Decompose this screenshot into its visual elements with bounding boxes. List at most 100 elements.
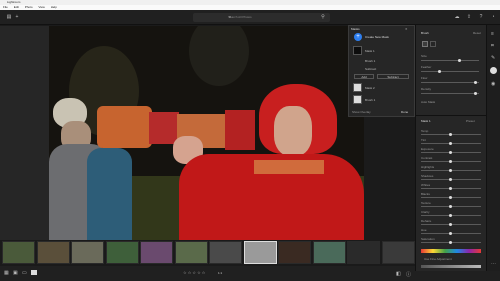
menu-help[interactable]: Help [51, 5, 57, 9]
adjust-slider-handle[interactable] [449, 241, 452, 244]
edit-icon[interactable]: ≡ [491, 31, 494, 37]
filmstrip-thumbnail[interactable] [312, 241, 346, 264]
subtract-button[interactable]: Subtract [377, 74, 409, 79]
star-rating[interactable]: ☆ ☆ ☆ ☆ ☆ [183, 270, 205, 275]
cloud-sync-icon[interactable]: ☁ [454, 14, 460, 20]
search-icon: ⌕ [228, 14, 232, 19]
feather-slider[interactable] [421, 71, 479, 72]
mask-thumbnail[interactable] [353, 46, 362, 55]
mask-component-label[interactable]: Subtract [365, 67, 376, 71]
healing-icon[interactable]: ✎ [491, 55, 495, 61]
grid-view-icon[interactable]: ▦ [4, 270, 9, 276]
size-slider[interactable] [421, 60, 479, 61]
adjust-slider-handle[interactable] [449, 160, 452, 163]
adjust-slider-handle[interactable] [449, 205, 452, 208]
reset-button[interactable]: Reset [473, 31, 481, 35]
filmstrip-thumbnail[interactable] [140, 241, 173, 264]
adjust-slider-label: Whites [421, 183, 431, 187]
masking-icon[interactable] [490, 67, 497, 74]
scarf [254, 160, 324, 174]
mask-item-label[interactable]: Mask 1 [365, 49, 375, 53]
saturation-slider[interactable] [421, 265, 481, 268]
slider-label: Feather [421, 65, 432, 69]
filmstrip-thumbnail[interactable] [2, 241, 35, 264]
adjust-slider-handle[interactable] [449, 169, 452, 172]
crop-icon[interactable]: ⌗ [491, 43, 494, 49]
adjust-slider-handle[interactable] [449, 214, 452, 217]
filmstrip-thumbnail[interactable] [174, 241, 208, 264]
feather-slider-handle[interactable] [438, 70, 441, 73]
adjust-slider-label: Clarity [421, 210, 430, 214]
search-input[interactable]: Search All Photos [193, 13, 330, 22]
notifications-icon[interactable]: ◔ [490, 14, 496, 20]
mask-thumbnail[interactable] [353, 95, 362, 104]
adjust-slider-label: Highlights [421, 165, 435, 169]
add-photos-icon[interactable]: + [14, 14, 20, 20]
menu-file[interactable]: File [3, 5, 8, 9]
menu-view[interactable]: View [38, 5, 44, 9]
size-slider-handle[interactable] [458, 59, 461, 62]
adjust-slider-handle[interactable] [449, 187, 452, 190]
use-fine-adjustment-checkbox[interactable]: Use Fine Adjustment [424, 257, 452, 261]
adjust-slider-handle[interactable] [449, 133, 452, 136]
adjust-slider-label: Temp [421, 129, 429, 133]
menu-edit[interactable]: Edit [14, 5, 19, 9]
adjust-slider-handle[interactable] [449, 151, 452, 154]
adjust-slider-label: Texture [421, 201, 431, 205]
mask-thumbnail[interactable] [353, 83, 362, 92]
flow-slider[interactable] [421, 82, 479, 83]
adjust-slider-label: Hue [421, 228, 427, 232]
filmstrip-thumbnail[interactable] [243, 241, 277, 264]
redeye-icon[interactable]: ◉ [491, 81, 495, 87]
filmstrip-thumbnail[interactable] [381, 241, 415, 264]
adjust-slider-handle[interactable] [449, 196, 452, 199]
adjust-slider-label: Blacks [421, 192, 430, 196]
hue-slider[interactable] [421, 249, 481, 253]
lens-barrel [149, 112, 179, 144]
info-icon[interactable]: ⓘ [406, 271, 411, 278]
show-overlay-toggle[interactable]: Show Overlay [352, 110, 371, 114]
tool-rail: ≡ ⌗ ✎ ◉ ⋯ [486, 25, 500, 271]
help-icon[interactable]: ? [478, 14, 484, 20]
filter-icon[interactable]: ⚲ [320, 14, 326, 20]
filmstrip-thumbnail[interactable] [347, 241, 380, 264]
density-slider[interactable] [421, 93, 479, 94]
filmstrip-thumbnail[interactable] [209, 241, 242, 264]
brush-a-icon[interactable] [422, 41, 428, 47]
mask-component-label[interactable]: Brush 1 [365, 98, 375, 102]
done-button[interactable]: Done [401, 110, 408, 114]
woman-face [274, 106, 312, 156]
adjust-slider-label: Dehaze [421, 219, 432, 223]
adjust-slider-handle[interactable] [449, 178, 452, 181]
zoom-level[interactable]: 1:1 [218, 271, 222, 275]
mask-component-label[interactable]: Brush 1 [365, 59, 375, 63]
filmstrip-thumbnail[interactable] [278, 241, 311, 264]
photo-canvas[interactable] [49, 26, 364, 240]
share-icon[interactable]: ⇪ [466, 14, 472, 20]
compare-icon[interactable]: ◧ [396, 271, 401, 277]
flow-slider-handle[interactable] [474, 81, 477, 84]
filmstrip-view-icon[interactable] [31, 270, 37, 275]
create-mask-button[interactable]: + [354, 33, 362, 41]
density-slider-handle[interactable] [474, 92, 477, 95]
close-icon[interactable]: ✕ [405, 27, 408, 31]
edit-panel: Brush Reset Size Feather Flow Density Au… [415, 25, 487, 271]
brush-b-icon[interactable] [430, 41, 436, 47]
add-button[interactable]: Add [354, 74, 374, 79]
adjust-slider-handle[interactable] [449, 142, 452, 145]
adjust-slider-handle[interactable] [449, 232, 452, 235]
auto-mask-checkbox[interactable]: Auto Mask [421, 100, 435, 104]
mask-item-label[interactable]: Mask 2 [365, 86, 375, 90]
preset-dropdown[interactable]: Preset [466, 119, 475, 123]
adjust-slider-handle[interactable] [449, 223, 452, 226]
panel-toggle-icon[interactable]: ▤ [6, 14, 12, 20]
filmstrip-thumbnail[interactable] [71, 241, 104, 264]
detail-view-icon[interactable]: ▭ [22, 270, 27, 276]
square-grid-icon[interactable]: ▣ [13, 270, 18, 276]
filmstrip-thumbnail[interactable] [36, 241, 70, 264]
menu-photo[interactable]: Photo [25, 5, 33, 9]
adjust-slider-label: Exposure [421, 147, 434, 151]
filmstrip-thumbnail[interactable] [105, 241, 139, 264]
more-icon[interactable]: ⋯ [491, 261, 496, 267]
divider [416, 115, 487, 116]
